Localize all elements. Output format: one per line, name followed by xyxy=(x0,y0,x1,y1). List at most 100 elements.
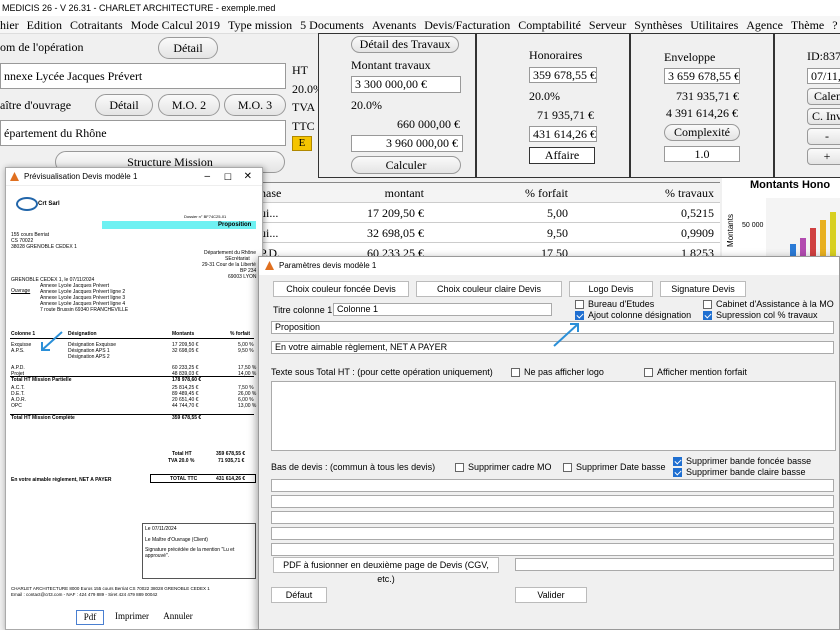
menu-item-avenants[interactable]: Avenants xyxy=(372,18,416,32)
checkbox[interactable] xyxy=(703,300,712,309)
menu-item-documents[interactable]: 5 Documents xyxy=(300,18,364,32)
table-row[interactable]: ui... 17 209,50 € 5,00 0,5215 xyxy=(258,203,720,223)
close-icon[interactable]: ✕ xyxy=(244,168,252,186)
cb-date-basse[interactable]: Supprimer Date basse xyxy=(563,462,666,473)
header-phase: hase xyxy=(260,186,282,200)
cb-suppression-travaux[interactable]: Supression col % travaux xyxy=(703,310,818,321)
menu-item-fichier[interactable]: hier xyxy=(0,18,19,32)
mo2-button[interactable]: M.O. 2 xyxy=(158,94,220,116)
cancel-button[interactable]: Annuler xyxy=(158,610,198,625)
menu-item-utilitaires[interactable]: Utilitaires xyxy=(690,18,738,32)
cb-cadre-mo[interactable]: Supprimer cadre MO xyxy=(455,462,552,473)
checkbox[interactable] xyxy=(644,368,653,377)
checkbox-checked[interactable] xyxy=(673,457,682,466)
complexite-button[interactable]: Complexité xyxy=(664,124,740,141)
menu-item-theme[interactable]: Thème xyxy=(791,18,824,32)
bas-devis-line-1[interactable] xyxy=(271,479,834,492)
checkbox-checked[interactable] xyxy=(673,468,682,477)
devis-line-cell: 9,50 % xyxy=(238,348,254,354)
params-title: Paramètres devis modèle 1 xyxy=(279,261,377,270)
menu-item-edition[interactable]: Edition xyxy=(27,18,62,32)
devis-line-cell: Désignation APS 2 xyxy=(68,354,110,360)
complexite-field[interactable]: 1.0 xyxy=(664,146,740,162)
titre-colonne-field[interactable]: Colonne 1 xyxy=(333,303,552,316)
cb-mention-forfait[interactable]: Afficher mention forfait xyxy=(644,367,747,378)
cb-bande-claire[interactable]: Supprimer bande claire basse xyxy=(673,467,806,478)
montant-travaux-field[interactable]: 3 300 000,00 € xyxy=(351,76,461,93)
pdf-fusion-button[interactable]: PDF à fusionner en deuxième page de Devi… xyxy=(273,557,499,584)
bas-devis-label: Bas de devis : (commun à tous les devis) xyxy=(271,462,436,472)
date-field[interactable]: 07/11, xyxy=(807,68,840,84)
cb-bande-foncee[interactable]: Supprimer bande foncée basse xyxy=(673,456,811,467)
bas-devis-line-3[interactable] xyxy=(271,511,834,524)
texte-sous-total-label: Texte sous Total HT : (pour cette opérat… xyxy=(271,367,493,377)
menu-item-serveur[interactable]: Serveur xyxy=(589,18,626,32)
detail-operation-button[interactable]: Détail xyxy=(158,37,218,59)
cb-ajout-colonne[interactable]: Ajout colonne désignation xyxy=(575,310,691,321)
mo3-button[interactable]: M.O. 3 xyxy=(224,94,286,116)
print-button[interactable]: Imprimer xyxy=(110,610,154,625)
calendar-button[interactable]: Calen xyxy=(807,88,840,105)
devis-line-cell: Total HT Mission Partielle xyxy=(11,377,72,383)
operation-field[interactable]: nnexe Lycée Jacques Prévert xyxy=(0,63,286,89)
preview-window[interactable]: Prévisualisation Devis modèle 1 – ☐ ✕ Cr… xyxy=(5,167,263,630)
menu-bar: hier Edition Cotraitants Mode Calcul 2019 Ty… xyxy=(0,16,840,34)
menu-item-devis-facturation[interactable]: Devis/Facturation xyxy=(424,18,510,32)
bas-devis-line-4[interactable] xyxy=(271,527,834,540)
header-forfait: % forfait xyxy=(525,186,568,200)
logo-devis-button[interactable]: Logo Devis xyxy=(569,281,653,297)
defaut-button[interactable]: Défaut xyxy=(271,587,327,603)
pdf-button[interactable]: Pdf xyxy=(76,610,104,625)
params-titlebar: Paramètres devis modèle 1 xyxy=(259,257,839,275)
menu-item-syntheses[interactable]: Synthèses xyxy=(634,18,682,32)
texte-sous-total-area[interactable] xyxy=(271,381,836,451)
ttc-travaux-field[interactable]: 3 960 000,00 € xyxy=(351,135,463,152)
cb-ne-pas-afficher-logo[interactable]: Ne pas afficher logo xyxy=(511,367,604,378)
e-badge[interactable]: E xyxy=(292,136,312,151)
signature-devis-button[interactable]: Signature Devis xyxy=(660,281,746,297)
minimize-icon[interactable]: – xyxy=(204,168,210,186)
app-icon xyxy=(265,261,274,270)
maitre-ouvrage-field[interactable]: épartement du Rhône xyxy=(0,120,286,146)
checkbox[interactable] xyxy=(575,300,584,309)
checkbox-checked[interactable] xyxy=(703,311,712,320)
table-row[interactable]: ui... 32 698,05 € 9,50 0,9909 xyxy=(258,223,720,243)
checkbox[interactable] xyxy=(511,368,520,377)
maximize-icon[interactable]: ☐ xyxy=(224,168,232,186)
honoraires-ht-field[interactable]: 359 678,55 € xyxy=(529,67,597,83)
affaire-button[interactable]: Affaire xyxy=(529,147,595,164)
params-dialog[interactable]: Paramètres devis modèle 1 Choix couleur … xyxy=(258,256,840,630)
checkbox[interactable] xyxy=(563,463,572,472)
chart-bar-2 xyxy=(800,238,806,258)
menu-item-comptabilite[interactable]: Comptabilité xyxy=(518,18,581,32)
minus-button[interactable]: - xyxy=(807,128,840,145)
plus-button[interactable]: + xyxy=(807,148,840,165)
client-line: 69003 LYON xyxy=(228,274,257,280)
devis-line-cell: A.P.S. xyxy=(11,348,25,354)
checkbox-checked[interactable] xyxy=(575,311,584,320)
menu-item-cotraitants[interactable]: Cotraitants xyxy=(70,18,123,32)
honoraires-ttc-field[interactable]: 431 614,26 € xyxy=(529,126,597,142)
menu-item-type-mission[interactable]: Type mission xyxy=(228,18,292,32)
devis-line-cell: Total HT Mission Complète xyxy=(11,415,75,421)
checkbox[interactable] xyxy=(455,463,464,472)
cb-bureau-etudes[interactable]: Bureau d'Etudes xyxy=(575,299,654,310)
menu-item-help[interactable]: ? xyxy=(832,18,837,32)
cb-cabinet-assistance[interactable]: Cabinet d'Assistance à la MO xyxy=(703,299,834,310)
chart-bars xyxy=(766,198,840,258)
calculer-button[interactable]: Calculer xyxy=(351,156,461,174)
detail-travaux-button[interactable]: Détail des Travaux xyxy=(351,36,459,53)
menu-item-agence[interactable]: Agence xyxy=(746,18,783,32)
valider-button[interactable]: Valider xyxy=(515,587,587,603)
menu-item-mode-calcul[interactable]: Mode Calcul 2019 xyxy=(131,18,220,32)
inventory-button[interactable]: C. Inv xyxy=(807,108,840,125)
detail-maitre-button[interactable]: Détail xyxy=(95,94,153,116)
enveloppe-ht-field[interactable]: 3 659 678,55 € xyxy=(664,68,740,84)
bas-devis-line-5[interactable] xyxy=(271,543,834,556)
pdf-fusion-field[interactable] xyxy=(515,558,834,571)
bas-devis-line-2[interactable] xyxy=(271,495,834,508)
devis-line-cell: OPC xyxy=(11,403,22,409)
couleur-claire-button[interactable]: Choix couleur claire Devis xyxy=(416,281,562,297)
table-header-row: hase montant % forfait % travaux xyxy=(258,183,720,203)
couleur-foncee-button[interactable]: Choix couleur foncée Devis xyxy=(273,281,409,297)
